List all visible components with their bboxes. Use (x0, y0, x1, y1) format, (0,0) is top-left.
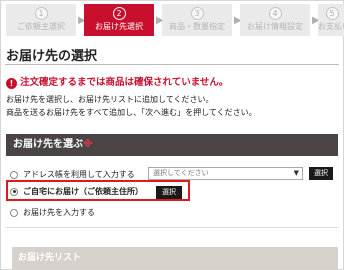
option-manual-entry[interactable]: お届け先を入力する (10, 207, 95, 218)
step-2-label: お届け先選択 (95, 22, 143, 31)
title-divider (5, 64, 339, 65)
manual-entry-label: お届け先を入力する (23, 208, 95, 217)
section-divider (6, 227, 338, 228)
exclamation-icon: ! (6, 78, 17, 89)
stock-warning-text: 注文確定するまでは商品は確保されていません。 (20, 77, 229, 88)
step-4-number: 4 (268, 7, 282, 20)
address-book-radio[interactable] (10, 170, 18, 179)
step-4-label: お届け情報設定 (247, 22, 303, 31)
step-5: 5 お支払い方 (318, 4, 344, 36)
chevron-down-icon: ▼ (293, 169, 299, 177)
address-book-select[interactable]: 選択してください ▼ (148, 167, 303, 180)
instruction-line-2: 商品を送るお届け先をすべて追加し、「次へ進む」を押してください。 (6, 108, 257, 117)
step-4: 4 お届け情報設定 (240, 4, 310, 36)
manual-entry-radio[interactable] (10, 208, 18, 217)
step-5-label: お支払い方 (318, 22, 344, 31)
step-2-number: 2 (112, 7, 126, 20)
step-3-label: 商品・数量指定 (169, 22, 225, 31)
page-title: お届け先の選択 (6, 49, 98, 64)
step-1: 1 ご依頼主選択 (6, 4, 76, 36)
required-mark: ※ (83, 139, 93, 150)
step-3-number: 3 (190, 7, 204, 20)
select-destination-header: お届け先を選ぶ※ (6, 134, 338, 156)
address-book-select-value: 選択してください (153, 169, 209, 177)
option-address-book[interactable]: アドレス帳を利用して入力する (10, 169, 135, 180)
destination-list-header: お届け先リスト (12, 247, 338, 269)
select-destination-title: お届け先を選ぶ (13, 139, 83, 150)
step-5-number: 5 (325, 7, 339, 20)
home-delivery-highlight (6, 180, 190, 201)
checkout-stepper: 1 ご依頼主選択 ▶ 2 お届け先選択 ▶ 3 商品・数量指定 ▶ 4 お届け情… (6, 4, 344, 36)
address-book-select-button[interactable]: 選択 (309, 167, 333, 180)
step-2: 2 お届け先選択 (84, 4, 154, 36)
instruction-line-1: お届け先を選択し、お届け先リストに追加してください。 (6, 95, 214, 104)
step-3: 3 商品・数量指定 (162, 4, 232, 36)
stock-warning: ! 注文確定するまでは商品は確保されていません。 (6, 74, 228, 89)
step-1-number: 1 (34, 7, 48, 20)
step-1-label: ご依頼主選択 (17, 22, 65, 31)
address-book-label: アドレス帳を利用して入力する (23, 170, 135, 179)
